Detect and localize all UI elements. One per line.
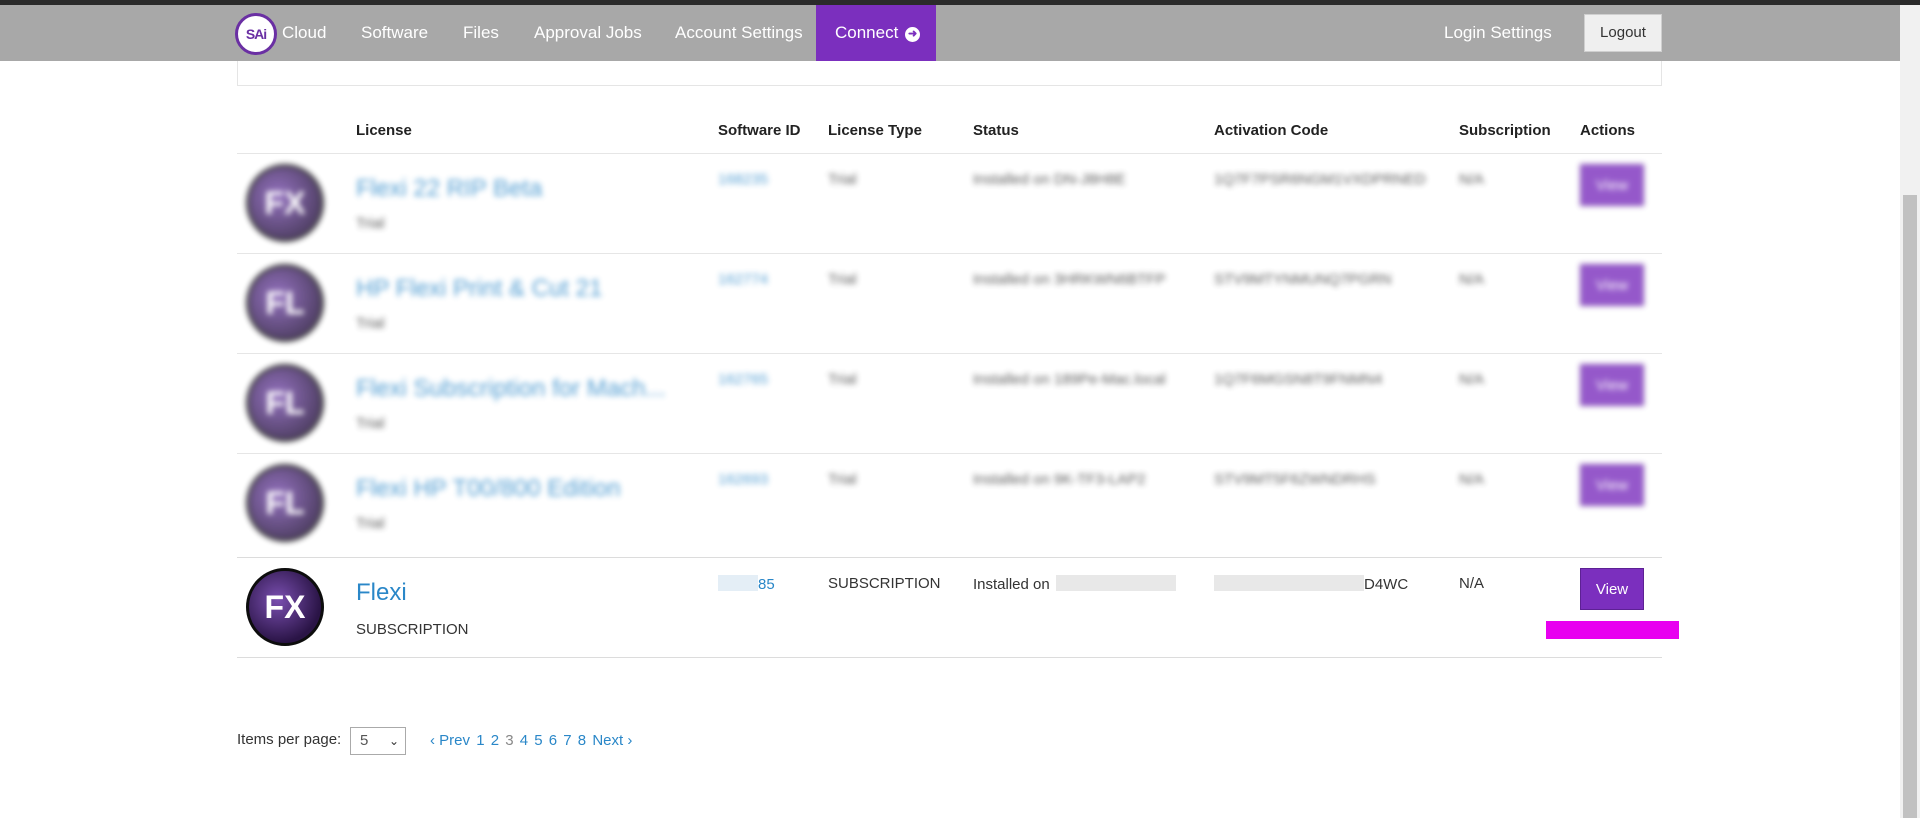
redacted-software-id <box>718 575 758 591</box>
logo-text: SAi <box>245 26 267 42</box>
status-text: Installed on 189Pe-Mac.local <box>973 371 1166 388</box>
view-button[interactable]: View <box>1580 568 1644 610</box>
license-name-link[interactable]: Flexi 22 RIP Beta <box>356 175 542 203</box>
arrow-circle-right-icon: ➜ <box>905 27 921 42</box>
software-id-link[interactable]: 85 <box>718 575 775 593</box>
license-name-link[interactable]: Flexi Subscription for Mach... <box>356 375 665 403</box>
page-link-4[interactable]: 4 <box>520 732 528 749</box>
items-per-page-select[interactable]: 5 ⌄ <box>350 727 406 755</box>
activation-code: 1Q7F6MGSN8T9FNMN4 <box>1214 371 1383 388</box>
header-status: Status <box>973 122 1019 139</box>
nav-item-software[interactable]: Software <box>361 5 428 61</box>
software-id-link[interactable]: 162774 <box>718 271 768 288</box>
login-settings-link[interactable]: Login Settings <box>1444 5 1552 61</box>
page-current-3: 3 <box>505 732 514 749</box>
status-text: Installed on <box>973 575 1176 593</box>
view-button[interactable]: View <box>1580 264 1644 306</box>
header-actions: Actions <box>1580 122 1636 139</box>
nav-item-files[interactable]: Files <box>463 5 499 61</box>
row-divider <box>237 657 1662 658</box>
license-type: SUBSCRIPTION <box>828 575 941 592</box>
header-activation-code: Activation Code <box>1214 122 1329 139</box>
license-type: Trial <box>828 471 857 488</box>
page-link-1[interactable]: 1 <box>476 732 484 749</box>
flexi-avatar-icon: FX <box>246 568 324 646</box>
pagination: ‹ Prev 1 2 3 4 5 6 7 8 Next › <box>430 732 634 749</box>
software-id-link[interactable]: 162693 <box>718 471 768 488</box>
highlight-marker <box>1546 621 1679 639</box>
header-software-id: Software ID <box>718 122 801 139</box>
table-row: FL Flexi Subscription for Mach... Trial … <box>237 353 1662 453</box>
page-link-5[interactable]: 5 <box>534 732 542 749</box>
license-avatar-icon: FL <box>246 364 324 442</box>
license-type: Trial <box>828 371 857 388</box>
header-subscription: Subscription <box>1459 122 1551 139</box>
header-license-type: License Type <box>828 122 922 139</box>
software-id-link[interactable]: 162765 <box>718 371 768 388</box>
nav-item-account-settings[interactable]: Account Settings <box>675 5 803 61</box>
items-per-page-value: 5 <box>360 732 369 749</box>
subscription-value: N/A <box>1459 471 1485 488</box>
table-row: FX Flexi 22 RIP Beta Trial 168235 Trial … <box>237 153 1662 253</box>
license-type: Trial <box>828 271 857 288</box>
redacted-device-name <box>1055 575 1176 591</box>
activation-code: D4WC <box>1214 575 1408 593</box>
status-prefix: Installed on <box>973 576 1050 593</box>
view-button[interactable]: View <box>1580 164 1644 206</box>
status-text: Installed on DN-J8H8E <box>973 171 1126 188</box>
license-subtitle: Trial <box>356 515 385 532</box>
view-button[interactable]: View <box>1580 464 1644 506</box>
software-id-suffix: 85 <box>758 576 775 593</box>
table-row: FL HP Flexi Print & Cut 21 Trial 162774 … <box>237 253 1662 353</box>
table-row-active: FX Flexi SUBSCRIPTION 85 SUBSCRIPTION In… <box>237 557 1662 657</box>
license-avatar-icon: FL <box>246 264 324 342</box>
table-row: FL Flexi HP T00/800 Edition Trial 162693… <box>237 453 1662 553</box>
filter-panel-bottom <box>237 61 1662 86</box>
page-scrollbar[interactable] <box>1900 5 1920 818</box>
nav-item-cloud[interactable]: Cloud <box>282 5 326 61</box>
license-subtitle: Trial <box>356 215 385 232</box>
top-navbar: SAi Cloud Software Files Approval Jobs A… <box>0 5 1900 61</box>
status-text: Installed on 3HRKWN6BTFP <box>973 271 1166 288</box>
prev-page-link[interactable]: ‹ Prev <box>430 732 470 749</box>
page-link-6[interactable]: 6 <box>549 732 557 749</box>
page-link-2[interactable]: 2 <box>491 732 499 749</box>
view-button[interactable]: View <box>1580 364 1644 406</box>
nav-item-approval-jobs[interactable]: Approval Jobs <box>534 5 642 61</box>
status-text: Installed on 9K-TF3-LAP2 <box>973 471 1146 488</box>
next-page-link[interactable]: Next › <box>592 732 632 749</box>
license-name-link[interactable]: HP Flexi Print & Cut 21 <box>356 275 602 303</box>
subscription-value: N/A <box>1459 271 1485 288</box>
redacted-activation-code <box>1214 575 1364 591</box>
logout-button[interactable]: Logout <box>1584 14 1662 52</box>
activation-code: STV9MT5F6ZWNDRHS <box>1214 471 1376 488</box>
license-avatar-icon: FX <box>246 164 324 242</box>
items-per-page-label: Items per page: <box>237 731 342 748</box>
software-id-link[interactable]: 168235 <box>718 171 768 188</box>
sai-logo-icon[interactable]: SAi <box>235 13 277 55</box>
activation-code: 1Q7F7PSR6NGM1VXDPRNED <box>1214 171 1426 188</box>
license-subtitle: Trial <box>356 315 385 332</box>
nav-item-connect[interactable]: Connect ➜ <box>816 5 936 61</box>
header-license: License <box>356 122 412 139</box>
subscription-value: N/A <box>1459 371 1485 388</box>
license-name-link[interactable]: Flexi <box>356 579 407 607</box>
activation-code: STV9MTYNMUNQ7PGRN <box>1214 271 1392 288</box>
subscription-value: N/A <box>1459 171 1485 188</box>
license-avatar-icon: FL <box>246 464 324 542</box>
license-type: Trial <box>828 171 857 188</box>
page-link-7[interactable]: 7 <box>563 732 571 749</box>
license-subtitle: Trial <box>356 415 385 432</box>
activation-suffix: D4WC <box>1364 576 1409 593</box>
connect-label: Connect <box>835 23 899 42</box>
page-link-8[interactable]: 8 <box>578 732 586 749</box>
license-name-link[interactable]: Flexi HP T00/800 Edition <box>356 475 621 503</box>
subscription-value: N/A <box>1459 575 1485 592</box>
chevron-down-icon: ⌄ <box>388 734 399 748</box>
license-subtitle: SUBSCRIPTION <box>356 621 469 638</box>
scrollbar-thumb[interactable] <box>1903 195 1917 818</box>
